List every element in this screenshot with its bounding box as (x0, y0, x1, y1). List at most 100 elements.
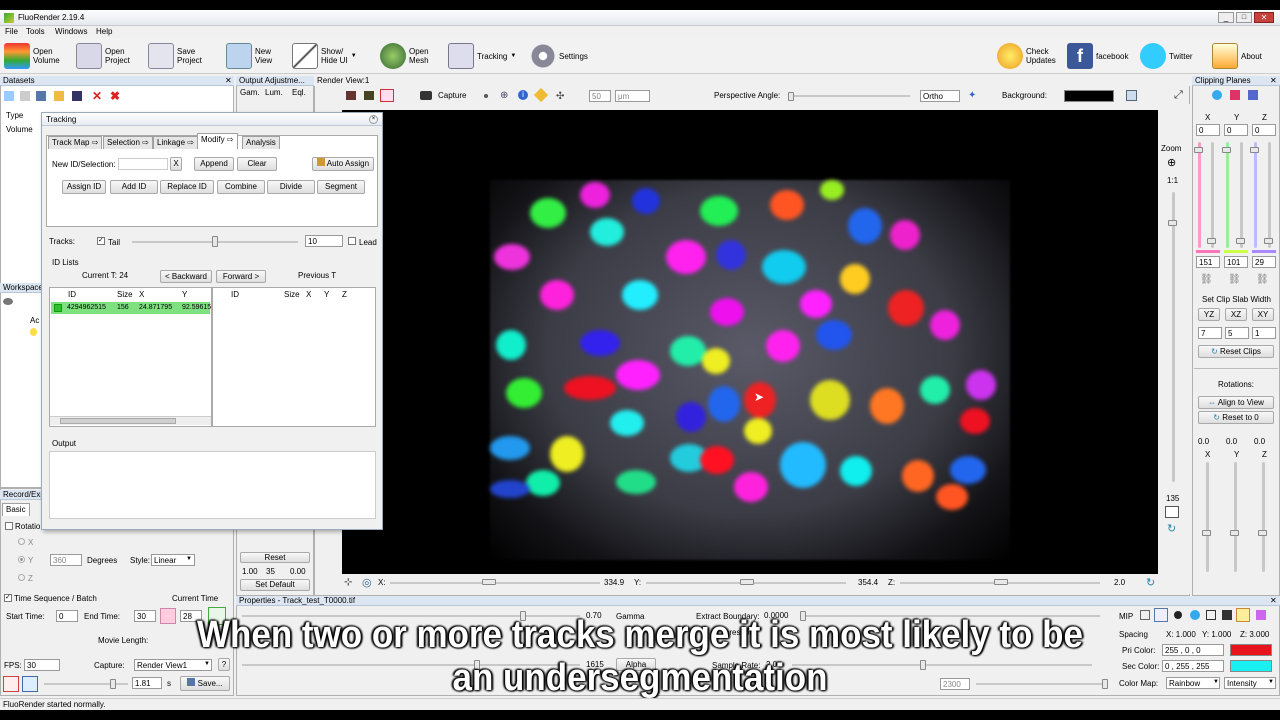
clip-x-min[interactable]: 0 (1196, 124, 1220, 136)
rot-knob[interactable] (1202, 530, 1211, 536)
reset-zoom-icon[interactable]: ↻ (1167, 522, 1176, 535)
radio-x[interactable] (18, 538, 25, 545)
rot-x-value[interactable]: 0.0 (1196, 436, 1220, 448)
slab-xz-button[interactable]: XZ (1225, 308, 1247, 321)
add-id-button[interactable]: Add ID (110, 180, 158, 194)
rotation-checkbox[interactable] (5, 522, 13, 530)
zoom-knob[interactable] (1168, 220, 1177, 226)
grid-icon[interactable] (1126, 90, 1137, 101)
tab-basic[interactable]: Basic (2, 503, 30, 516)
combine-button[interactable]: Combine (217, 180, 265, 194)
prev-col-x[interactable]: X (306, 290, 311, 299)
palette-icon[interactable] (1256, 610, 1266, 620)
clip-knob[interactable] (1222, 147, 1231, 153)
close-button[interactable]: ✕ (1254, 12, 1274, 23)
info-icon[interactable]: i (518, 90, 528, 100)
prev-col-z[interactable]: Z (342, 290, 347, 299)
facebook-button[interactable]: f facebook (1067, 40, 1128, 72)
tail-checkbox[interactable]: ✓ (97, 237, 105, 245)
chevron-down-icon[interactable]: ▼ (186, 556, 192, 562)
clip-x-slider-red[interactable] (1198, 142, 1201, 248)
new-view-button[interactable]: New View (226, 40, 272, 72)
z-slider-knob[interactable] (994, 579, 1008, 585)
radio-z[interactable] (18, 574, 25, 581)
frame-icon[interactable] (380, 89, 394, 102)
about-button[interactable]: About (1212, 40, 1262, 72)
film-icon[interactable] (364, 91, 374, 100)
maximize-button[interactable]: □ (1236, 12, 1252, 23)
menu-windows[interactable]: Windows (55, 27, 87, 36)
minimize-button[interactable]: _ (1218, 12, 1234, 23)
align-to-view-button[interactable]: ⇔ Align to View (1198, 396, 1274, 409)
eye-icon[interactable] (3, 298, 13, 305)
clip-z-min[interactable]: 0 (1252, 124, 1276, 136)
rot-z-slider[interactable] (1262, 462, 1265, 572)
pri-color-swatch[interactable] (1230, 644, 1272, 656)
reset-to-0-button[interactable]: ↻ Reset to 0 (1198, 411, 1274, 424)
close-icon[interactable]: ✕ (225, 76, 232, 85)
table-row[interactable]: 4294962515 156 24.871795 92.59615 (51, 302, 211, 314)
axis-icon[interactable]: ⊹ (344, 577, 352, 588)
close-icon[interactable]: × (369, 115, 378, 124)
clip-color-icon[interactable] (1230, 90, 1240, 100)
append-button[interactable]: Append (194, 157, 234, 171)
new-id-input[interactable] (118, 158, 168, 170)
rot-y-slider[interactable] (1234, 462, 1237, 572)
datasets-row-volume[interactable]: Volume (6, 125, 33, 134)
save-icon[interactable] (36, 91, 46, 101)
lead-checkbox[interactable] (348, 237, 356, 245)
y-slider-knob[interactable] (740, 579, 754, 585)
box-icon[interactable] (346, 91, 356, 100)
open-mesh-button[interactable]: Open Mesh (380, 40, 429, 72)
scalebar-icon[interactable]: ✣ (556, 91, 564, 102)
time-seq-checkbox[interactable]: ✓ (4, 594, 12, 602)
clip-y-slider-green[interactable] (1226, 142, 1229, 248)
open-project-button[interactable]: Open Project (76, 40, 130, 72)
play-icon[interactable] (22, 676, 38, 692)
slab-x-width[interactable]: 7 (1198, 327, 1222, 339)
rot-x-slider[interactable] (1206, 462, 1209, 572)
render-canvas[interactable]: ➤ (342, 110, 1158, 574)
clip-y-max[interactable]: 101 (1224, 256, 1248, 268)
clip-knob[interactable] (1207, 238, 1216, 244)
show-hide-ui-button[interactable]: Show/ Hide UI ▼ (292, 40, 357, 72)
replace-id-button[interactable]: Replace ID (160, 180, 214, 194)
tab-linkage[interactable]: Linkage ⇨ (153, 136, 198, 149)
perspective-slider[interactable] (790, 95, 910, 97)
perspective-knob[interactable] (788, 92, 794, 101)
background-color-swatch[interactable] (1064, 90, 1114, 102)
chevron-down-icon[interactable]: ▼ (351, 52, 357, 61)
chevron-down-icon[interactable]: ▼ (510, 52, 516, 61)
tail-length-input[interactable]: 10 (305, 235, 343, 247)
rot-knob[interactable] (1258, 530, 1267, 536)
col-size[interactable]: Size (117, 290, 133, 299)
output-textarea[interactable] (49, 451, 376, 519)
clip-knob[interactable] (1250, 147, 1259, 153)
tab-analysis[interactable]: Analysis (242, 136, 280, 149)
refresh-icon[interactable]: ↻ (1146, 576, 1155, 589)
slab-xy-button[interactable]: XY (1252, 308, 1274, 321)
forward-button[interactable]: Forward > (216, 270, 266, 283)
close-icon[interactable]: ✕ (1270, 596, 1277, 605)
clip-x-max[interactable]: 151 (1196, 256, 1220, 268)
menu-help[interactable]: Help (96, 27, 112, 36)
link-icon[interactable]: ⛓ (1228, 274, 1241, 285)
maximize-view-icon[interactable]: ⤢ (1174, 89, 1183, 102)
degrees-input[interactable]: 360 (50, 554, 82, 566)
zoom-slider[interactable] (1172, 192, 1175, 482)
slab-y-width[interactable]: 5 (1225, 327, 1249, 339)
close-icon[interactable]: ✕ (1270, 76, 1277, 85)
divide-button[interactable]: Divide (267, 180, 315, 194)
clip-view-icon[interactable] (1248, 90, 1258, 100)
radio-y[interactable] (18, 556, 25, 563)
prev-col-size[interactable]: Size (284, 290, 300, 299)
link-icon[interactable]: ⛓ (1256, 274, 1269, 285)
target-icon[interactable]: ◎ (362, 576, 372, 589)
tab-track-map[interactable]: Track Map ⇨ (48, 136, 103, 149)
clip-knob[interactable] (1264, 238, 1273, 244)
open-volume-button[interactable]: Open Volume (4, 40, 60, 72)
ortho-field[interactable]: Ortho (920, 90, 960, 102)
reset-clips-button[interactable]: ↻ Reset Clips (1198, 345, 1274, 358)
set-default-button[interactable]: Set Default (240, 579, 310, 591)
scale-length-input[interactable]: 50 (589, 90, 611, 102)
